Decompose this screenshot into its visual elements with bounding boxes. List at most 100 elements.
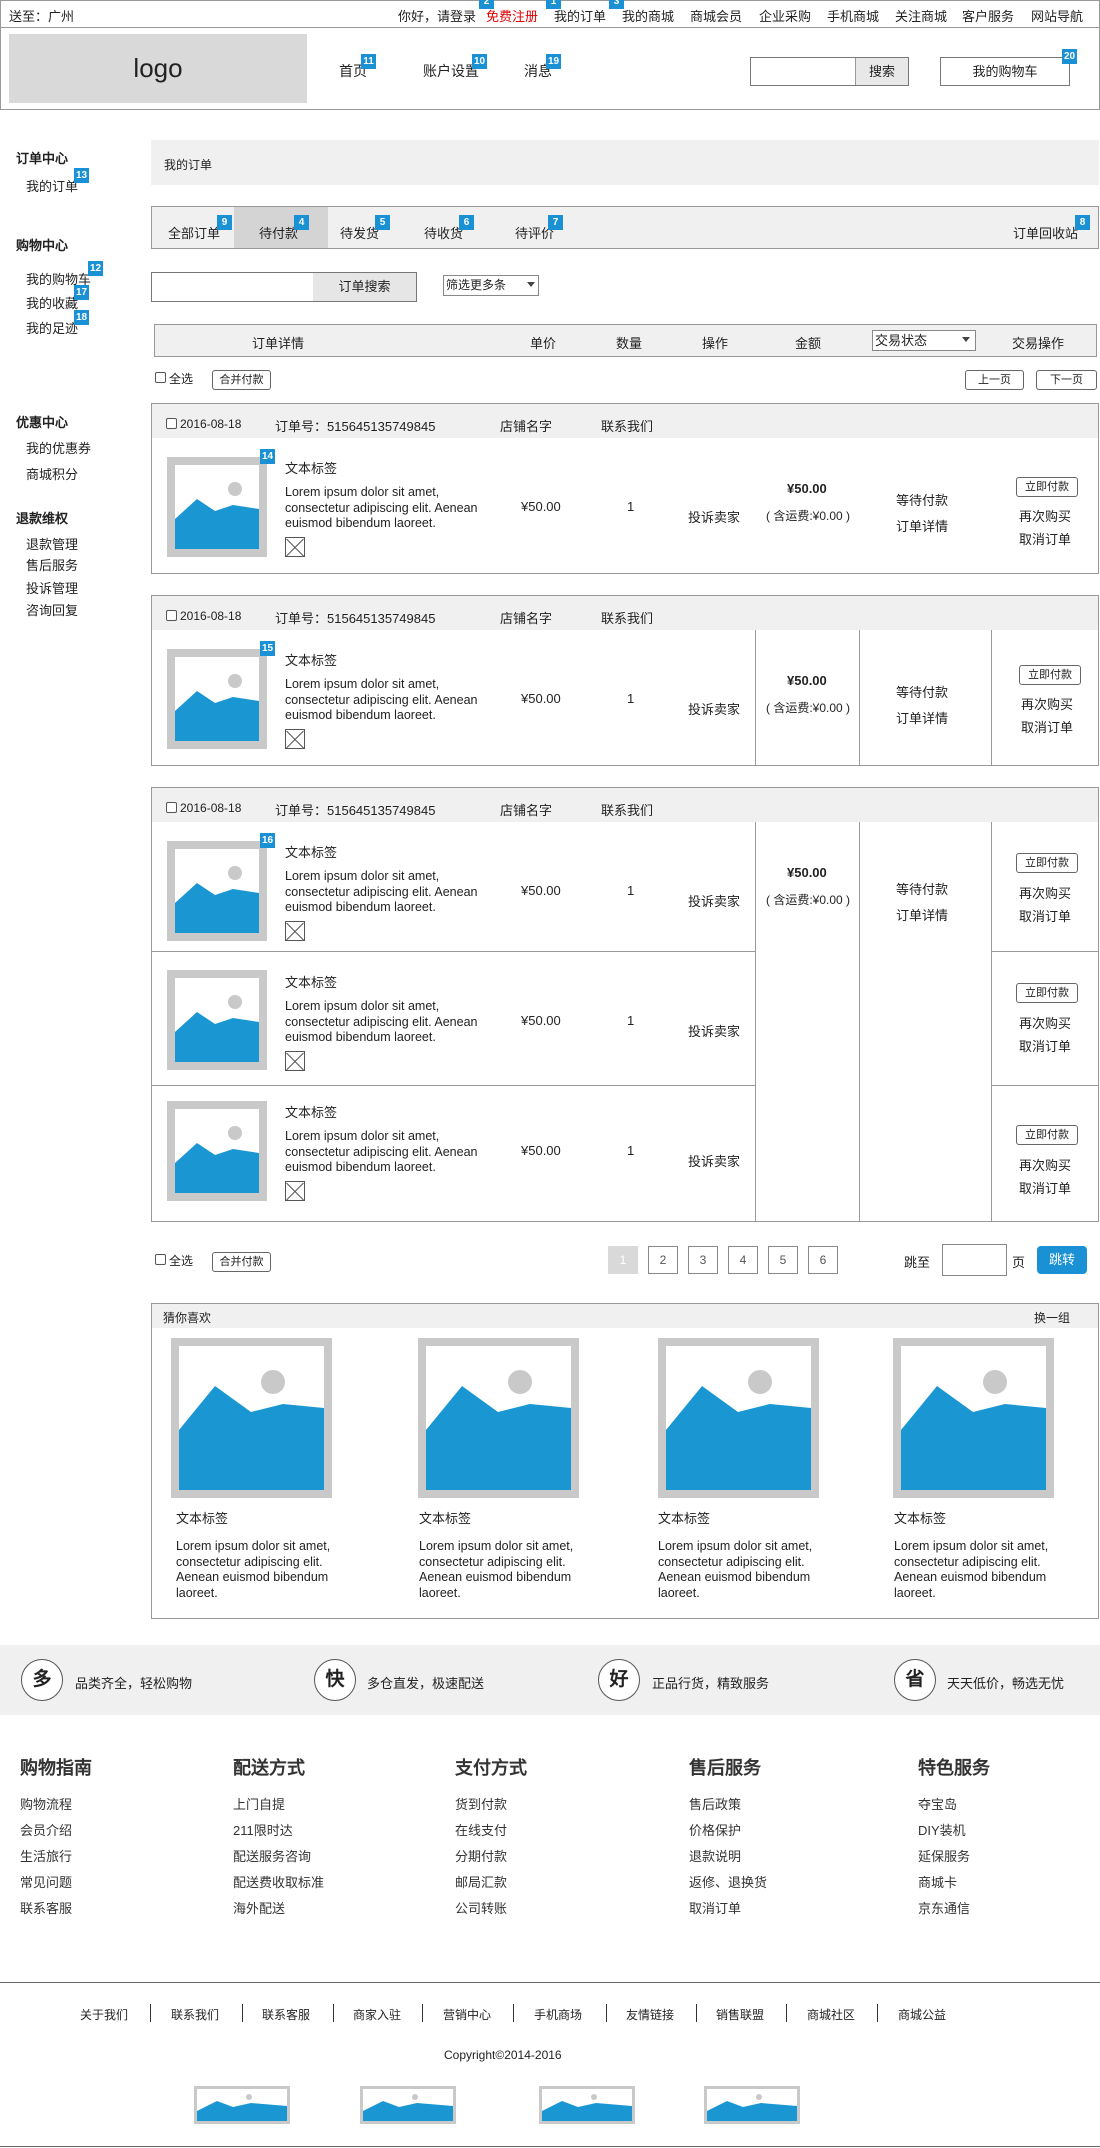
prev-page-button[interactable]: 上一页	[965, 370, 1024, 390]
footer-link[interactable]: 在线支付	[455, 1820, 507, 1839]
product-label[interactable]: 文本标签	[285, 972, 337, 991]
footer-link[interactable]: 邮局汇款	[455, 1872, 507, 1891]
tab-recycle-bin[interactable]: 订单回收站	[1013, 223, 1078, 242]
recommend-label[interactable]: 文本标签	[419, 1508, 471, 1527]
recommend-image[interactable]	[418, 1338, 579, 1498]
footer-link[interactable]: 会员介绍	[20, 1820, 72, 1839]
footer-bottom-link[interactable]: 销售联盟	[716, 2006, 764, 2023]
snapshot-icon[interactable]	[285, 1051, 305, 1071]
footer-bottom-link[interactable]: 手机商场	[534, 2006, 582, 2023]
location-label[interactable]: 送至：广州	[9, 6, 74, 25]
sidebar-item-points[interactable]: 商城积分	[26, 464, 78, 483]
sidebar-item-favorites[interactable]: 我的收藏	[26, 293, 78, 312]
footer-link[interactable]: 配送费收取标准	[233, 1872, 324, 1891]
page-6[interactable]: 6	[808, 1246, 838, 1274]
recommend-label[interactable]: 文本标签	[894, 1508, 946, 1527]
sidebar-item-refund-mgmt[interactable]: 退款管理	[26, 534, 78, 553]
rebuy-link[interactable]: 再次购买	[1019, 1155, 1071, 1174]
topnav-my-mall[interactable]: 我的商城	[622, 6, 674, 25]
sidebar-item-inquiries[interactable]: 咨询回复	[26, 600, 78, 619]
tab-all-orders[interactable]: 全部订单	[168, 223, 220, 242]
order-detail-link[interactable]: 订单详情	[896, 905, 948, 924]
footer-link[interactable]: 公司转账	[455, 1898, 507, 1917]
order-search-button[interactable]: 订单搜索	[313, 273, 416, 301]
footer-link[interactable]: 海外配送	[233, 1898, 285, 1917]
recommend-image[interactable]	[658, 1338, 819, 1498]
rebuy-link[interactable]: 再次购买	[1019, 883, 1071, 902]
product-image[interactable]	[167, 970, 267, 1070]
pay-now-button[interactable]: 立即付款	[1019, 665, 1081, 685]
complain-seller[interactable]: 投诉卖家	[688, 891, 740, 910]
tab-pending-pay[interactable]: 待付款	[259, 223, 298, 242]
footer-link[interactable]: 上门自提	[233, 1794, 285, 1813]
pay-now-button[interactable]: 立即付款	[1016, 477, 1078, 497]
sidebar-item-footprint[interactable]: 我的足迹	[26, 318, 78, 337]
footer-link[interactable]: 常见问题	[20, 1872, 72, 1891]
footer-link[interactable]: 货到付款	[455, 1794, 507, 1813]
tab-pending-receive[interactable]: 待收货	[424, 223, 463, 242]
merge-pay-button-bottom[interactable]: 合并付款	[212, 1252, 271, 1272]
topnav-my-orders[interactable]: 我的订单	[554, 6, 606, 25]
certification-badge[interactable]	[194, 2086, 290, 2124]
topnav-enterprise[interactable]: 企业采购	[759, 6, 811, 25]
product-image[interactable]	[167, 841, 267, 941]
shop-name[interactable]: 店铺名字	[500, 800, 552, 819]
sidebar-item-complaints[interactable]: 投诉管理	[26, 578, 78, 597]
footer-link[interactable]: 211限时达	[233, 1820, 293, 1839]
footer-link[interactable]: 京东通信	[918, 1898, 970, 1917]
page-5[interactable]: 5	[768, 1246, 798, 1274]
complain-seller[interactable]: 投诉卖家	[688, 507, 740, 526]
nav-account-settings[interactable]: 账户设置	[423, 61, 479, 81]
product-image[interactable]	[167, 649, 267, 749]
topnav-service[interactable]: 客户服务	[962, 6, 1014, 25]
contact-us[interactable]: 联系我们	[601, 608, 653, 627]
footer-link[interactable]: 返修、退换货	[689, 1872, 767, 1891]
shop-name[interactable]: 店铺名字	[500, 416, 552, 435]
login-link[interactable]: 你好，请登录	[398, 6, 476, 25]
product-label[interactable]: 文本标签	[285, 650, 337, 669]
product-image[interactable]	[167, 1101, 267, 1201]
order-detail-link[interactable]: 订单详情	[896, 516, 948, 535]
complain-seller[interactable]: 投诉卖家	[688, 1151, 740, 1170]
cancel-order-link[interactable]: 取消订单	[1019, 529, 1071, 548]
footer-link[interactable]: 价格保护	[689, 1820, 741, 1839]
footer-bottom-link[interactable]: 联系客服	[262, 2006, 310, 2023]
recommend-image[interactable]	[893, 1338, 1054, 1498]
sidebar-item-coupons[interactable]: 我的优惠券	[26, 438, 91, 457]
pay-now-button[interactable]: 立即付款	[1016, 1125, 1078, 1145]
cancel-order-link[interactable]: 取消订单	[1019, 1178, 1071, 1197]
select-all-checkbox[interactable]	[155, 372, 166, 383]
snapshot-icon[interactable]	[285, 729, 305, 749]
certification-badge[interactable]	[539, 2086, 635, 2124]
footer-link[interactable]: DIY装机	[918, 1820, 966, 1839]
topnav-member[interactable]: 商城会员	[690, 6, 742, 25]
page-2[interactable]: 2	[648, 1246, 678, 1274]
snapshot-icon[interactable]	[285, 921, 305, 941]
cancel-order-link[interactable]: 取消订单	[1019, 906, 1071, 925]
footer-bottom-link[interactable]: 营销中心	[443, 2006, 491, 2023]
footer-link[interactable]: 配送服务咨询	[233, 1846, 311, 1865]
jump-button[interactable]: 跳转	[1037, 1246, 1087, 1274]
certification-badge[interactable]	[360, 2086, 456, 2124]
footer-link[interactable]: 联系客服	[20, 1898, 72, 1917]
footer-bottom-link[interactable]: 关于我们	[80, 2006, 128, 2023]
contact-us[interactable]: 联系我们	[601, 800, 653, 819]
page-1[interactable]: 1	[608, 1246, 638, 1274]
footer-bottom-link[interactable]: 友情链接	[626, 2006, 674, 2023]
merge-pay-button[interactable]: 合并付款	[212, 370, 271, 390]
filter-dropdown[interactable]: 筛选更多条	[443, 275, 539, 296]
contact-us[interactable]: 联系我们	[601, 416, 653, 435]
topnav-sitemap[interactable]: 网站导航	[1031, 6, 1083, 25]
footer-link[interactable]: 售后政策	[689, 1794, 741, 1813]
sidebar-item-after-sales[interactable]: 售后服务	[26, 555, 78, 574]
product-label[interactable]: 文本标签	[285, 1102, 337, 1121]
footer-link[interactable]: 商城卡	[918, 1872, 957, 1891]
certification-badge[interactable]	[704, 2086, 800, 2124]
cart-button[interactable]: 我的购物车	[940, 57, 1070, 86]
pay-now-button[interactable]: 立即付款	[1016, 853, 1078, 873]
footer-link[interactable]: 购物流程	[20, 1794, 72, 1813]
refresh-link[interactable]: 换一组	[1034, 1309, 1070, 1326]
footer-link[interactable]: 延保服务	[918, 1846, 970, 1865]
cancel-order-link[interactable]: 取消订单	[1021, 717, 1073, 736]
recommend-image[interactable]	[171, 1338, 332, 1498]
